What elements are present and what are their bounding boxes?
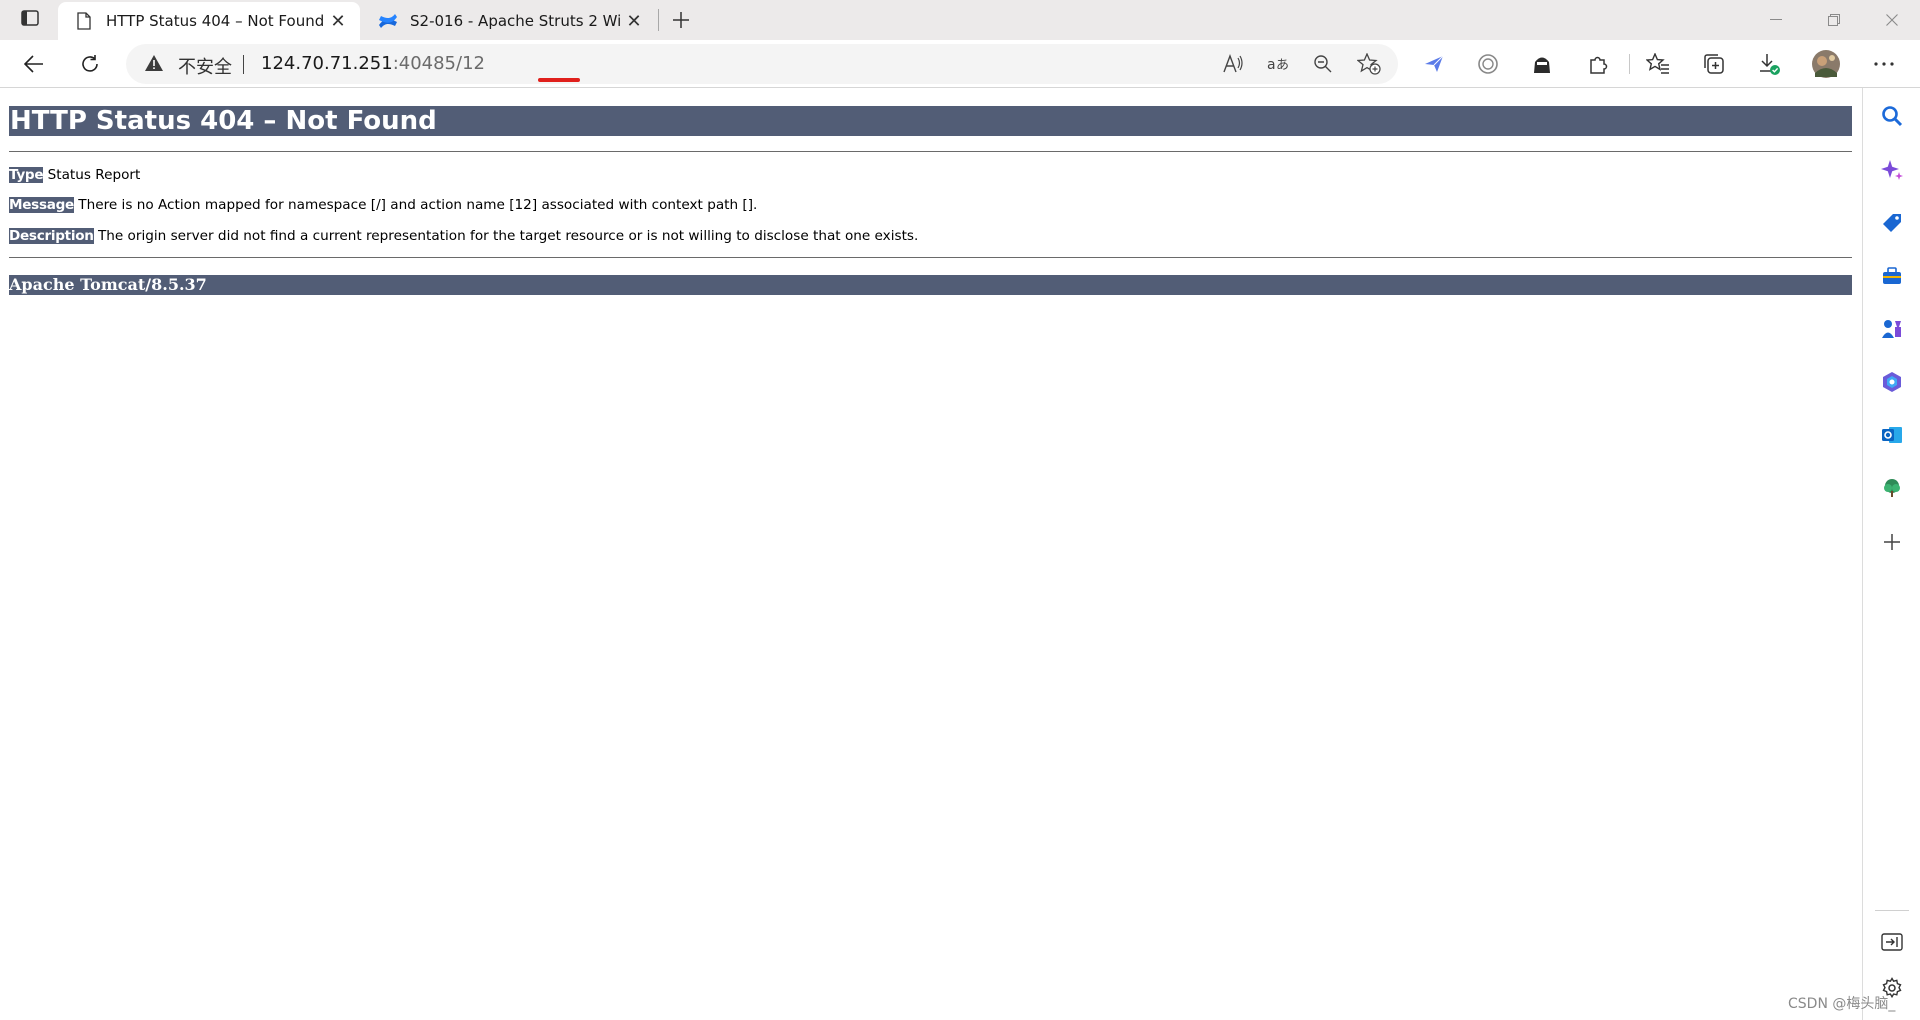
sidebar-divider	[1875, 910, 1909, 911]
add-icon	[1884, 534, 1900, 550]
favorites-icon	[1646, 53, 1669, 74]
message-line: Message There is no Action mapped for na…	[9, 196, 757, 214]
svg-text:a: a	[1267, 57, 1276, 73]
tab-strip: HTTP Status 404 – Not Found ✕ S2-016 - A…	[0, 0, 1920, 40]
read-aloud-icon[interactable]	[1218, 50, 1248, 78]
toolbar-divider	[1629, 54, 1630, 74]
tab-http-status-404[interactable]: HTTP Status 404 – Not Found ✕	[58, 2, 360, 40]
minimize-button[interactable]	[1748, 0, 1804, 40]
address-bar[interactable]: 不安全 124.70.71.251:40485/12 aあ	[126, 44, 1398, 84]
type-label: Type	[9, 167, 44, 183]
refresh-icon	[82, 55, 98, 72]
close-icon	[1886, 14, 1898, 26]
sidebar-shopping-button[interactable]	[1876, 207, 1908, 239]
watermark: CSDN @梅头脑_	[1788, 996, 1896, 1012]
back-arrow-icon	[24, 55, 43, 73]
shopping-tag-icon	[1883, 214, 1901, 232]
divider	[9, 257, 1852, 258]
url-text[interactable]: 124.70.71.251:40485/12	[261, 53, 485, 74]
svg-text:あ: あ	[1276, 58, 1289, 73]
outlook-icon	[1882, 427, 1902, 443]
more-icon	[1874, 62, 1894, 66]
tab-actions-button[interactable]	[14, 6, 46, 34]
sidebar-add-button[interactable]	[1876, 526, 1908, 558]
tab-s2-016-wiki[interactable]: S2-016 - Apache Struts 2 Wiki - A ✕	[362, 2, 656, 40]
warning-icon[interactable]	[144, 54, 164, 76]
extensions-icon	[1590, 56, 1608, 74]
downloads-button[interactable]	[1752, 46, 1788, 82]
collections-icon	[1704, 54, 1724, 74]
profile-avatar	[1812, 50, 1840, 78]
extension-bird-button[interactable]	[1416, 46, 1452, 82]
tab-divider	[658, 9, 659, 31]
add-favorite-icon[interactable]	[1354, 50, 1384, 78]
close-tab-icon[interactable]: ✕	[326, 9, 350, 33]
refresh-button[interactable]	[72, 46, 108, 82]
extension-agent-button[interactable]	[1524, 46, 1560, 82]
confluence-icon	[378, 11, 398, 31]
extensions-button[interactable]	[1580, 46, 1616, 82]
url-path: :40485/12	[392, 53, 485, 74]
copilot-icon	[1881, 160, 1903, 180]
message-value: There is no Action mapped for namespace …	[78, 197, 758, 213]
extension-circle-icon	[1478, 54, 1498, 74]
browser-toolbar: 不安全 124.70.71.251:40485/12 aあ	[0, 40, 1920, 88]
divider	[9, 151, 1852, 152]
sidebar-search-button[interactable]	[1876, 100, 1908, 132]
hide-sidebar-icon	[1881, 933, 1903, 951]
sidebar-outlook-button[interactable]	[1876, 419, 1908, 451]
page-icon	[74, 11, 94, 31]
description-value: The origin server did not find a current…	[97, 228, 919, 244]
sidebar-tools-button[interactable]	[1876, 260, 1908, 292]
description-label: Description	[9, 228, 94, 244]
description-line: Description The origin server did not fi…	[9, 227, 918, 245]
page-content: HTTP Status 404 – Not Found Type Status …	[0, 88, 1862, 1020]
address-divider	[243, 55, 244, 74]
extension-agent-icon	[1534, 57, 1550, 73]
search-icon	[1882, 106, 1903, 127]
new-tab-button[interactable]	[666, 5, 696, 35]
server-footer: Apache Tomcat/8.5.37	[9, 275, 1852, 295]
edge-sidebar	[1862, 88, 1920, 1020]
zoom-out-icon[interactable]	[1308, 50, 1338, 78]
restore-button[interactable]	[1806, 0, 1862, 40]
message-label: Message	[9, 197, 74, 213]
tab-title: S2-016 - Apache Struts 2 Wiki - A	[410, 12, 622, 30]
sidebar-games-button[interactable]	[1876, 313, 1908, 345]
minimize-icon	[1770, 19, 1782, 20]
tab-title: HTTP Status 404 – Not Found	[106, 12, 325, 30]
collections-button[interactable]	[1696, 46, 1732, 82]
tools-icon	[1883, 267, 1901, 284]
url-host: 124.70.71.251	[261, 53, 393, 74]
extension-bird-icon	[1425, 55, 1444, 72]
translate-icon[interactable]: aあ	[1264, 50, 1294, 78]
plus-icon	[673, 12, 689, 28]
extension-circle-button[interactable]	[1470, 46, 1506, 82]
close-tab-icon[interactable]: ✕	[622, 9, 646, 33]
page-title: HTTP Status 404 – Not Found	[9, 106, 1852, 136]
hide-sidebar-button[interactable]	[1876, 926, 1908, 958]
tab-actions-icon	[21, 10, 39, 30]
sidebar-tree-button[interactable]	[1876, 472, 1908, 504]
restore-icon	[1828, 14, 1840, 26]
more-button[interactable]	[1866, 46, 1902, 82]
office-icon	[1883, 372, 1901, 392]
sidebar-office-button[interactable]	[1876, 366, 1908, 398]
url-annotation-underline	[538, 78, 580, 82]
back-button[interactable]	[16, 46, 52, 82]
type-value: Status Report	[47, 167, 141, 183]
downloads-icon	[1760, 54, 1780, 75]
tree-icon	[1884, 479, 1900, 497]
favorites-button[interactable]	[1640, 46, 1676, 82]
sidebar-copilot-button[interactable]	[1876, 154, 1908, 186]
profile-button[interactable]	[1808, 46, 1844, 82]
close-window-button[interactable]	[1864, 0, 1920, 40]
type-line: Type Status Report	[9, 166, 140, 184]
not-secure-label[interactable]: 不安全	[178, 53, 232, 79]
games-icon	[1882, 320, 1901, 338]
